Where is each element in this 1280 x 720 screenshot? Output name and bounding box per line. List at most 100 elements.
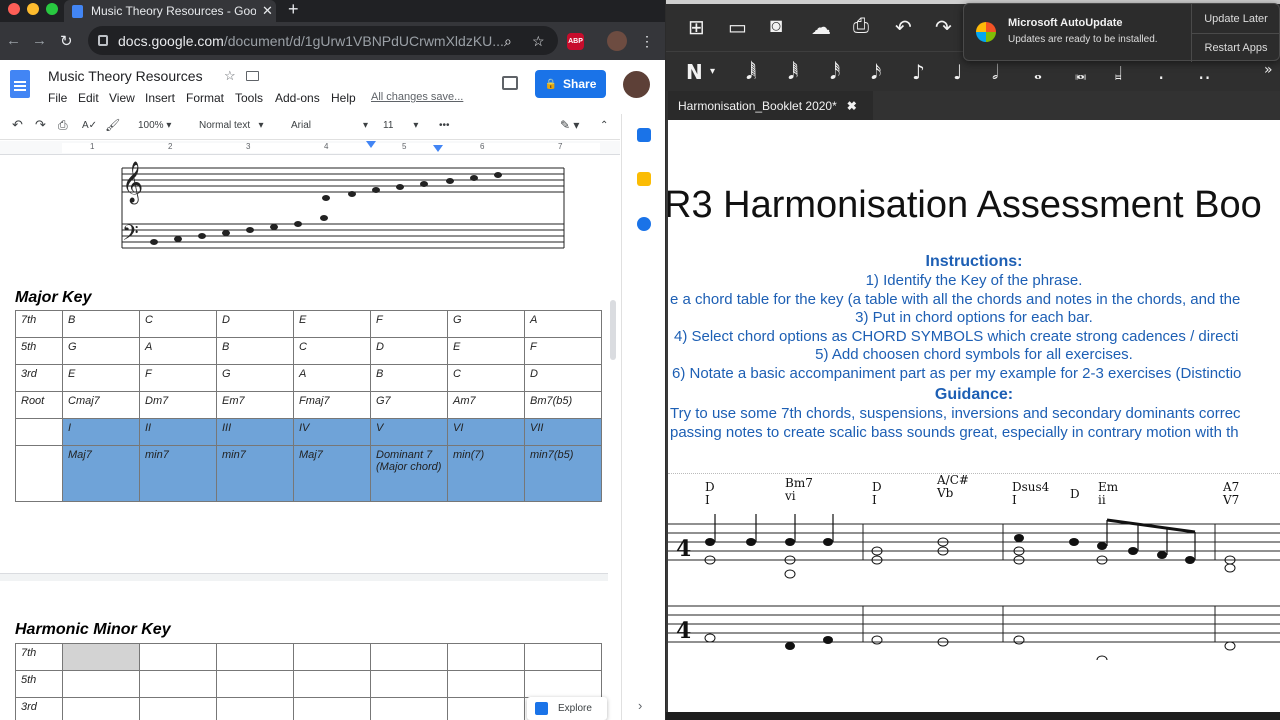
table-cell[interactable]: VI [447,418,525,446]
table-cell[interactable] [139,643,217,671]
table-cell[interactable]: Em7 [216,391,294,419]
table-cell[interactable]: Maj7 [62,445,140,502]
restart-apps-button[interactable]: Restart Apps [1191,33,1280,62]
table-cell[interactable]: II [139,418,217,446]
redo-icon[interactable]: ↷ [35,117,46,133]
table-cell[interactable] [293,643,371,671]
table-cell[interactable] [62,697,140,720]
keep-icon[interactable] [637,172,651,186]
menu-addons[interactable]: Add-ons [275,91,320,105]
table-cell[interactable] [139,697,217,720]
table-cell[interactable]: 5th [15,337,63,365]
table-cell[interactable]: E [447,337,525,365]
table-cell[interactable]: A [524,310,602,338]
ruler[interactable]: 1 2 3 4 5 6 7 [0,141,620,155]
major-key-table[interactable]: 7th B C D E F G A 5th G A B C D E F 3rd [15,310,602,502]
explore-button[interactable]: Explore [527,697,607,720]
table-cell[interactable]: IV [293,418,371,446]
chord-symbol-label[interactable]: D [1070,488,1080,501]
table-cell[interactable]: D [216,310,294,338]
table-cell[interactable] [447,697,525,720]
table-cell[interactable] [293,697,371,720]
table-cell[interactable]: A [139,337,217,365]
table-cell[interactable]: I [62,418,140,446]
table-cell[interactable]: V [370,418,448,446]
account-avatar[interactable] [623,71,650,98]
table-cell[interactable]: Dominant 7 (Major chord) [370,445,448,502]
autoupdate-notification[interactable]: Microsoft AutoUpdate Updates are ready t… [963,3,1280,62]
table-cell[interactable] [216,643,294,671]
minimize-window-button[interactable] [27,3,39,15]
table-cell[interactable]: B [62,310,140,338]
editing-mode-icon[interactable]: ✎ ▾ [560,118,579,132]
quarter-note-icon[interactable]: ♩ [953,60,962,84]
half-note-icon[interactable]: 𝅗𝅥 [992,60,998,84]
longa-note-icon[interactable]: 𝆷 [1115,60,1122,84]
table-cell[interactable]: min(7) [447,445,525,502]
augmentation-dot-icon[interactable]: . [1158,60,1164,84]
adblock-extension-icon[interactable]: ABP [567,33,584,50]
note-input-dropdown-icon[interactable]: ▾ [710,66,715,77]
browser-tab-docs[interactable]: Music Theory Resources - Goo ✕ [64,0,276,22]
table-cell[interactable]: 7th [15,643,63,671]
browser-menu-icon[interactable]: ⋮ [640,33,654,50]
chord-symbol-label[interactable]: Dsus4 I [1012,481,1049,507]
print-icon[interactable]: ⎙ [853,15,869,38]
table-cell[interactable] [216,697,294,720]
16th-note-alt-icon[interactable]: 𝅘𝅥𝅯 [871,60,881,84]
chord-symbol-label[interactable]: DI [872,481,882,507]
share-button[interactable]: 🔒 Share [535,70,606,98]
menu-tools[interactable]: Tools [235,91,263,105]
table-cell-selected[interactable] [62,643,140,671]
table-cell[interactable]: E [62,364,140,392]
new-score-icon[interactable]: ⊞ [688,15,705,40]
table-cell[interactable] [370,670,448,698]
cloud-upload-icon[interactable]: ☁ [811,15,831,40]
table-cell[interactable]: A [293,364,371,392]
table-cell[interactable]: C [139,310,217,338]
table-cell[interactable] [524,670,602,698]
right-indent-marker-icon[interactable] [433,145,443,152]
note-input-mode-icon[interactable]: N [686,60,703,84]
save-status[interactable]: All changes save... [371,91,463,103]
table-cell[interactable]: Fmaj7 [293,391,371,419]
table-cell[interactable]: F [524,337,602,365]
eighth-note-icon[interactable]: ♪ [912,60,925,84]
zoom-select[interactable]: 100% ▾ [138,120,171,131]
16th-note-icon[interactable]: 𝅘𝅥𝅰 [830,60,840,84]
table-cell[interactable] [139,670,217,698]
table-cell[interactable] [370,643,448,671]
table-cell[interactable]: G [447,310,525,338]
calendar-icon[interactable] [637,128,651,142]
document-canvas[interactable]: 𝄞 𝄢 Major Key 7th B C D E F G A 5th G A … [0,156,620,720]
menu-file[interactable]: File [48,91,67,105]
chord-symbol-label[interactable]: Em ii [1098,481,1118,507]
table-cell[interactable] [447,643,525,671]
table-cell[interactable]: B [216,337,294,365]
hide-menus-icon[interactable]: ⌃ [600,120,608,131]
table-cell[interactable]: 5th [15,670,63,698]
table-cell[interactable]: 3rd [15,697,63,720]
table-cell[interactable]: Maj7 [293,445,371,502]
menu-edit[interactable]: Edit [78,91,99,105]
reload-icon[interactable]: ↻ [60,32,73,50]
double-whole-note-icon[interactable]: 𝅜 [1075,60,1086,84]
address-bar[interactable]: docs.google.com /document/d/1gUrw1VBNPdU… [88,26,558,55]
chord-symbol-label[interactable]: A/C# Vb [937,474,969,500]
table-cell[interactable]: Bm7(b5) [524,391,602,419]
table-cell[interactable] [15,418,63,446]
32nd-note-icon[interactable]: 𝅘𝅥𝅱 [788,60,798,84]
document-scrollbar[interactable] [610,300,616,360]
table-cell[interactable] [447,670,525,698]
menu-help[interactable]: Help [331,91,356,105]
move-folder-icon[interactable] [246,71,259,81]
zoom-window-button[interactable] [46,3,58,15]
redo-icon[interactable]: ↷ [935,15,952,40]
table-cell[interactable]: C [447,364,525,392]
table-cell[interactable] [216,670,294,698]
score-tab[interactable]: Harmonisation_Booklet 2020* ✖ [668,91,873,120]
chord-symbol-label[interactable]: DI [705,481,715,507]
docs-logo-icon[interactable] [10,70,30,98]
table-cell[interactable]: E [293,310,371,338]
font-size-select[interactable]: 11 ▾ [383,120,418,131]
